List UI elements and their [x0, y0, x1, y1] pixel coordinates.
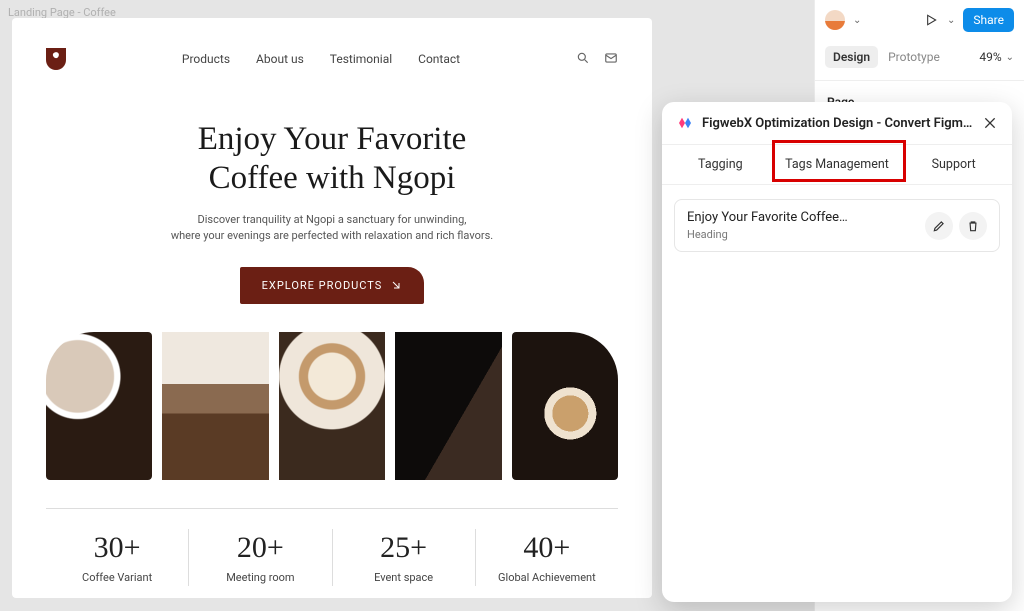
brand-logo — [46, 48, 66, 70]
stat-number: 20+ — [193, 531, 327, 565]
gallery-image — [395, 332, 501, 480]
nav-links: Products About us Testimonial Contact — [66, 52, 576, 66]
stats-row: 30+ Coffee Variant 20+ Meeting room 25+ … — [46, 529, 618, 586]
mail-icon[interactable] — [604, 50, 618, 69]
stat-number: 40+ — [480, 531, 614, 565]
divider — [46, 508, 618, 509]
gallery-image — [162, 332, 268, 480]
zoom-dropdown[interactable]: 49% ⌄ — [979, 50, 1014, 64]
tag-card-title: Enjoy Your Favorite Coffee… — [687, 210, 919, 225]
arrow-down-right-icon — [390, 279, 402, 291]
hero-title-line2: Coffee with Ngopi — [46, 159, 618, 198]
hero-subtitle: Discover tranquility at Ngopi a sanctuar… — [46, 212, 618, 245]
nav-link-products[interactable]: Products — [182, 52, 230, 66]
stat-label: Global Achievement — [480, 571, 614, 584]
zoom-value: 49% — [979, 50, 1001, 64]
mode-prototype-tab[interactable]: Prototype — [888, 50, 940, 64]
chevron-down-icon: ⌄ — [1006, 52, 1014, 63]
chevron-down-icon[interactable]: ⌄ — [853, 15, 861, 26]
nav-link-contact[interactable]: Contact — [418, 52, 460, 66]
chevron-down-icon[interactable]: ⌄ — [947, 15, 955, 26]
cta-label: EXPLORE PRODUCTS — [262, 279, 383, 292]
plugin-panel: FigwebX Optimization Design - Convert Fi… — [662, 102, 1012, 602]
stat-label: Meeting room — [193, 571, 327, 584]
plugin-logo-icon — [676, 114, 694, 132]
tag-card-subtitle: Heading — [687, 228, 919, 241]
nav-link-testimonial[interactable]: Testimonial — [330, 52, 392, 66]
stat-label: Coffee Variant — [50, 571, 184, 584]
tab-tags-management[interactable]: Tags Management — [779, 145, 896, 184]
gallery-image — [512, 332, 618, 480]
stat-number: 30+ — [50, 531, 184, 565]
stat-label: Event space — [337, 571, 471, 584]
hero-title: Enjoy Your Favorite Coffee with Ngopi — [46, 120, 618, 198]
hero-sub-line1: Discover tranquility at Ngopi a sanctuar… — [46, 212, 618, 229]
share-button[interactable]: Share — [963, 8, 1014, 32]
close-icon[interactable] — [982, 115, 998, 131]
avatar[interactable] — [825, 10, 845, 30]
hero-title-line1: Enjoy Your Favorite — [46, 120, 618, 159]
nav-link-about[interactable]: About us — [256, 52, 304, 66]
stat-item: 20+ Meeting room — [189, 529, 332, 586]
pencil-icon — [932, 219, 946, 233]
stat-number: 25+ — [337, 531, 471, 565]
play-icon[interactable] — [923, 12, 939, 28]
plugin-title: FigwebX Optimization Design - Convert Fi… — [702, 116, 974, 131]
tab-tagging[interactable]: Tagging — [662, 145, 779, 184]
gallery-image — [279, 332, 385, 480]
search-icon[interactable] — [576, 50, 590, 69]
mode-design-tab[interactable]: Design — [825, 46, 878, 68]
edit-button[interactable] — [925, 212, 953, 240]
gallery-image — [46, 332, 152, 480]
tag-card: Enjoy Your Favorite Coffee… Heading — [674, 199, 1000, 252]
site-nav: Products About us Testimonial Contact — [46, 42, 618, 76]
stat-item: 30+ Coffee Variant — [46, 529, 189, 586]
image-gallery — [46, 332, 618, 480]
hero-sub-line2: where your evenings are perfected with r… — [46, 228, 618, 245]
trash-icon — [966, 219, 980, 233]
stat-item: 40+ Global Achievement — [476, 529, 618, 586]
explore-products-button[interactable]: EXPLORE PRODUCTS — [240, 267, 425, 304]
stat-item: 25+ Event space — [333, 529, 476, 586]
tab-support[interactable]: Support — [895, 145, 1012, 184]
plugin-tabs: Tagging Tags Management Support — [662, 144, 1012, 185]
delete-button[interactable] — [959, 212, 987, 240]
design-canvas[interactable]: Products About us Testimonial Contact En… — [12, 18, 652, 598]
